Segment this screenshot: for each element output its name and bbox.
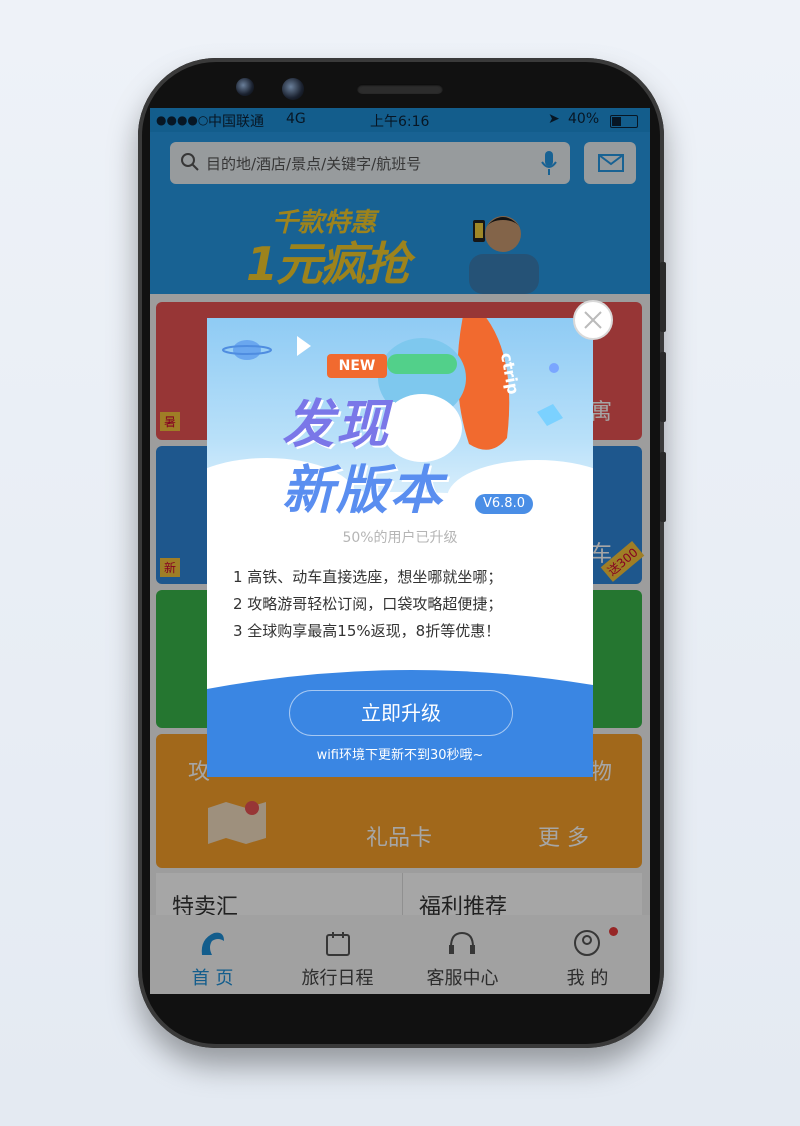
front-camera [282, 78, 304, 100]
close-button[interactable] [573, 300, 613, 340]
phone-side-button [660, 352, 666, 422]
phone-side-button [660, 262, 666, 332]
version-badge: V6.8.0 [475, 494, 533, 514]
upgrade-now-button[interactable]: 立即升级 [289, 690, 513, 736]
phone-side-button [660, 452, 666, 522]
phone-speaker [357, 84, 443, 94]
upgraded-stat: 50%的用户已升级 [342, 530, 458, 546]
update-modal: NEW 发现 新版本 ctrip V6.8.0 50%的用户已升级 1 高铁、动… [207, 318, 593, 777]
modal-headline: 发现 [282, 395, 391, 455]
feature-item: 2 攻略游哥轻松订阅，口袋攻略超便捷； [233, 595, 503, 613]
feature-item: 1 高铁、动车直接选座，想坐哪就坐哪； [233, 568, 503, 586]
feature-item: 3 全球购享最高15%返现，8折等优惠！ [233, 622, 501, 640]
front-camera [236, 78, 254, 96]
close-icon [584, 311, 602, 329]
modal-headline: 新版本 [282, 461, 445, 518]
app-screen: ●●●●○ 中国联通 4G 上午6:16 ➤ 40% 目的地/酒店/景点/关键字… [150, 108, 650, 994]
modal-illustration: NEW 发现 新版本 ctrip V6.8.0 [207, 318, 593, 518]
wifi-note: wifi环境下更新不到30秒哦~ [316, 748, 484, 763]
new-badge: NEW [327, 354, 387, 378]
